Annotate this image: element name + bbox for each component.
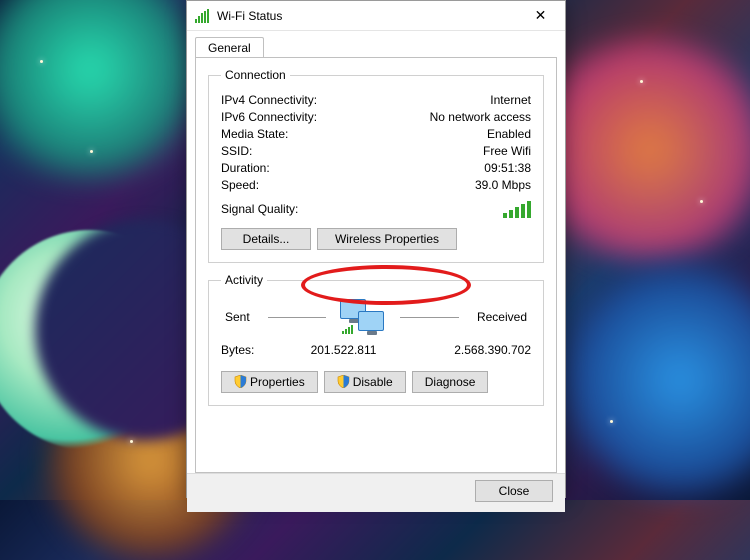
wireless-properties-button[interactable]: Wireless Properties [317, 228, 457, 250]
divider-line [268, 317, 327, 318]
ssid-label: SSID: [221, 144, 252, 158]
tab-panel-general: Connection IPv4 Connectivity: Internet IP… [195, 57, 557, 473]
tab-general-label: General [208, 41, 251, 55]
activity-group: Activity Sent Received Bytes: 201.522.81… [208, 273, 544, 406]
close-button[interactable]: Close [475, 480, 553, 502]
wifi-status-dialog: Wi-Fi Status ✕ General Connection IPv4 C… [186, 0, 566, 498]
ssid-value: Free Wifi [483, 144, 531, 158]
tab-area: General Connection IPv4 Connectivity: Int… [187, 31, 565, 473]
media-state-label: Media State: [221, 127, 288, 141]
ipv4-value: Internet [490, 93, 531, 107]
activity-legend: Activity [221, 273, 267, 287]
ipv4-label: IPv4 Connectivity: [221, 93, 317, 107]
divider-line [400, 317, 459, 318]
network-activity-icon [340, 299, 386, 335]
duration-value: 09:51:38 [484, 161, 531, 175]
media-state-value: Enabled [487, 127, 531, 141]
duration-label: Duration: [221, 161, 270, 175]
shield-icon [337, 375, 350, 388]
sent-label: Sent [221, 310, 254, 324]
signal-bars-icon [503, 200, 531, 218]
connection-legend: Connection [221, 68, 290, 82]
diagnose-button-label: Diagnose [425, 375, 476, 389]
connection-group: Connection IPv4 Connectivity: Internet IP… [208, 68, 544, 263]
disable-button[interactable]: Disable [324, 371, 406, 393]
speed-value: 39.0 Mbps [475, 178, 531, 192]
close-icon: ✕ [535, 7, 547, 24]
properties-button[interactable]: Properties [221, 371, 318, 393]
disable-button-label: Disable [353, 375, 393, 389]
bytes-sent-value: 201.522.811 [281, 343, 406, 357]
tab-general[interactable]: General [195, 37, 264, 58]
wireless-properties-label: Wireless Properties [335, 232, 439, 246]
received-label: Received [473, 310, 531, 324]
close-button-label: Close [499, 484, 530, 498]
properties-button-label: Properties [250, 375, 305, 389]
titlebar: Wi-Fi Status ✕ [187, 1, 565, 31]
details-button-label: Details... [243, 232, 290, 246]
window-title: Wi-Fi Status [217, 9, 518, 23]
window-close-button[interactable]: ✕ [518, 1, 563, 31]
diagnose-button[interactable]: Diagnose [412, 371, 489, 393]
wifi-icon [195, 9, 211, 23]
ipv6-label: IPv6 Connectivity: [221, 110, 317, 124]
shield-icon [234, 375, 247, 388]
bytes-received-value: 2.568.390.702 [406, 343, 531, 357]
dialog-footer: Close [187, 473, 565, 512]
details-button[interactable]: Details... [221, 228, 311, 250]
bytes-label: Bytes: [221, 343, 281, 357]
signal-quality-label: Signal Quality: [221, 202, 298, 216]
ipv6-value: No network access [430, 110, 531, 124]
speed-label: Speed: [221, 178, 259, 192]
